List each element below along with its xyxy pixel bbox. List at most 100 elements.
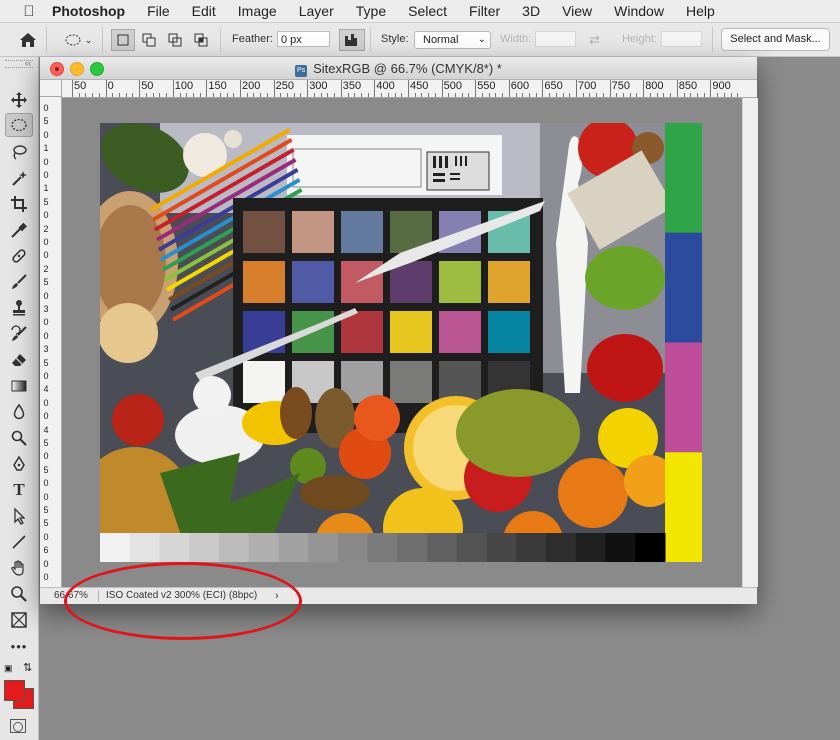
- ruler-minor-tick: [495, 93, 497, 97]
- apple-logo-icon[interactable]: : [18, 3, 40, 20]
- menu-view[interactable]: View: [551, 0, 603, 22]
- frame-tool-icon[interactable]: [5, 608, 33, 632]
- menu-filter[interactable]: Filter: [458, 0, 511, 22]
- collapse-panel-button[interactable]: ‹‹: [25, 58, 31, 68]
- status-info-menu-button[interactable]: ›: [275, 588, 279, 604]
- healing-brush-tool-icon[interactable]: [5, 244, 33, 268]
- eraser-tool-icon[interactable]: [5, 348, 33, 372]
- default-colors-icon[interactable]: ▣: [4, 663, 13, 674]
- ruler-v-label: 0: [43, 290, 49, 301]
- ruler-v-label: 0: [43, 170, 49, 180]
- menu-image[interactable]: Image: [227, 0, 288, 22]
- quick-mask-icon[interactable]: [10, 719, 26, 733]
- eyedropper-tool-icon[interactable]: [5, 218, 33, 242]
- line-tool-icon[interactable]: [5, 530, 33, 554]
- history-brush-tool-icon[interactable]: [5, 322, 33, 346]
- zoom-tool-icon[interactable]: [5, 582, 33, 606]
- clone-stamp-tool-icon[interactable]: [5, 296, 33, 320]
- ruler-v-label: 5: [43, 196, 49, 207]
- grey-step: [397, 533, 428, 562]
- lasso-tool-icon[interactable]: [5, 140, 33, 164]
- vertical-scrollbar[interactable]: [742, 98, 758, 587]
- ruler-minor-tick: [696, 93, 698, 97]
- menu-edit[interactable]: Edit: [181, 0, 227, 22]
- menu-type[interactable]: Type: [345, 0, 397, 22]
- tool-preset-picker[interactable]: ⌄: [58, 29, 98, 51]
- ruler-v-label: 0: [43, 330, 49, 341]
- horizontal-ruler[interactable]: 50 0 50 100 150 200 250 300 350 400 450 500 550 600 65…: [62, 80, 757, 98]
- add-to-selection-button[interactable]: [137, 29, 161, 51]
- document-profile-info: ISO Coated v2 300% (ECI) (8bpc): [106, 590, 258, 601]
- select-and-mask-button[interactable]: Select and Mask...: [721, 28, 830, 51]
- ruler-minor-tick: [213, 93, 215, 97]
- hand-tool-icon[interactable]: [5, 556, 33, 580]
- subtract-from-selection-button[interactable]: [163, 29, 187, 51]
- ruler-minor-tick: [690, 93, 692, 97]
- ruler-tick: [441, 80, 443, 97]
- grey-step: [546, 533, 577, 562]
- menu-window[interactable]: Window: [603, 0, 675, 22]
- brush-tool-icon[interactable]: [5, 270, 33, 294]
- menu-help[interactable]: Help: [675, 0, 726, 22]
- grey-step: [159, 533, 190, 562]
- crop-tool-icon[interactable]: [5, 192, 33, 216]
- gradient-tool-icon[interactable]: [5, 374, 33, 398]
- ruler-minor-tick: [293, 93, 295, 97]
- ruler-v-label: 0: [43, 491, 49, 502]
- swap-colors-icon[interactable]: ⇅: [23, 661, 32, 674]
- blur-tool-icon[interactable]: [5, 400, 33, 424]
- menu-bar:  Photoshop File Edit Image Layer Type S…: [0, 0, 840, 23]
- pen-tool-icon[interactable]: [5, 452, 33, 476]
- ruler-h-label: 250: [275, 80, 294, 92]
- anti-alias-toggle[interactable]: [339, 29, 365, 51]
- color-bar: [665, 342, 702, 453]
- zoom-level-field[interactable]: 66.67%: [54, 588, 88, 604]
- feather-input[interactable]: 0 px: [277, 31, 330, 47]
- foreground-color-swatch[interactable]: [4, 680, 25, 701]
- new-selection-button[interactable]: [111, 29, 135, 51]
- ruler-minor-tick: [522, 93, 524, 97]
- path-selection-tool-icon[interactable]: [5, 504, 33, 528]
- ruler-v-label: 0: [43, 237, 49, 247]
- menu-select[interactable]: Select: [397, 0, 458, 22]
- ruler-minor-tick: [616, 93, 618, 97]
- document-image[interactable]: [100, 123, 702, 562]
- ruler-minor-tick: [455, 93, 457, 97]
- menu-app-photoshop[interactable]: Photoshop: [40, 0, 136, 22]
- ruler-tick: [676, 80, 678, 97]
- document-title-bar[interactable]: Ps SitexRGB @ 66.7% (CMYK/8*) *: [40, 57, 757, 80]
- width-input[interactable]: [535, 31, 576, 47]
- vertical-ruler[interactable]: 0 5 0 1 0 0 1 5 0 2 0 0 2 5 0 3 0 0 3 5 0 4 0 0 4 5 0 5 0 0 5 5 0 6 0 0: [40, 97, 62, 587]
- ruler-v-label: 0: [43, 129, 49, 140]
- swap-arrows-icon[interactable]: ⇄: [589, 32, 600, 53]
- more-tools-icon[interactable]: •••: [5, 634, 33, 658]
- ruler-tick: [475, 80, 477, 97]
- ruler-tick: [139, 80, 141, 97]
- ruler-v-label: 0: [43, 317, 49, 328]
- ruler-v-label: 2: [43, 223, 49, 234]
- ruler-minor-tick: [179, 93, 181, 97]
- menu-file[interactable]: File: [136, 0, 181, 22]
- dodge-tool-icon[interactable]: [5, 426, 33, 450]
- menu-3d[interactable]: 3D: [511, 0, 551, 22]
- type-tool-icon[interactable]: T: [5, 478, 33, 502]
- ruler-origin[interactable]: [40, 80, 62, 97]
- style-select[interactable]: Normal ⌄: [414, 31, 491, 49]
- ruler-minor-tick: [663, 93, 665, 97]
- elliptical-marquee-tool-icon[interactable]: [5, 113, 33, 137]
- move-tool-icon[interactable]: [5, 88, 33, 112]
- color-bar: [665, 123, 702, 233]
- ruler-minor-tick: [569, 93, 571, 97]
- ruler-h-label: 300: [309, 80, 328, 92]
- broccoli: [456, 389, 580, 477]
- home-icon[interactable]: [16, 29, 40, 51]
- intersect-selection-button[interactable]: [189, 29, 213, 51]
- menu-layer[interactable]: Layer: [288, 0, 345, 22]
- ruler-minor-tick: [354, 93, 356, 97]
- ruler-minor-tick: [246, 93, 248, 97]
- canvas-area[interactable]: [62, 98, 742, 587]
- ruler-minor-tick: [334, 93, 336, 97]
- ruler-h-label: 800: [645, 80, 664, 92]
- magic-wand-tool-icon[interactable]: [5, 166, 33, 190]
- height-input[interactable]: [661, 31, 702, 47]
